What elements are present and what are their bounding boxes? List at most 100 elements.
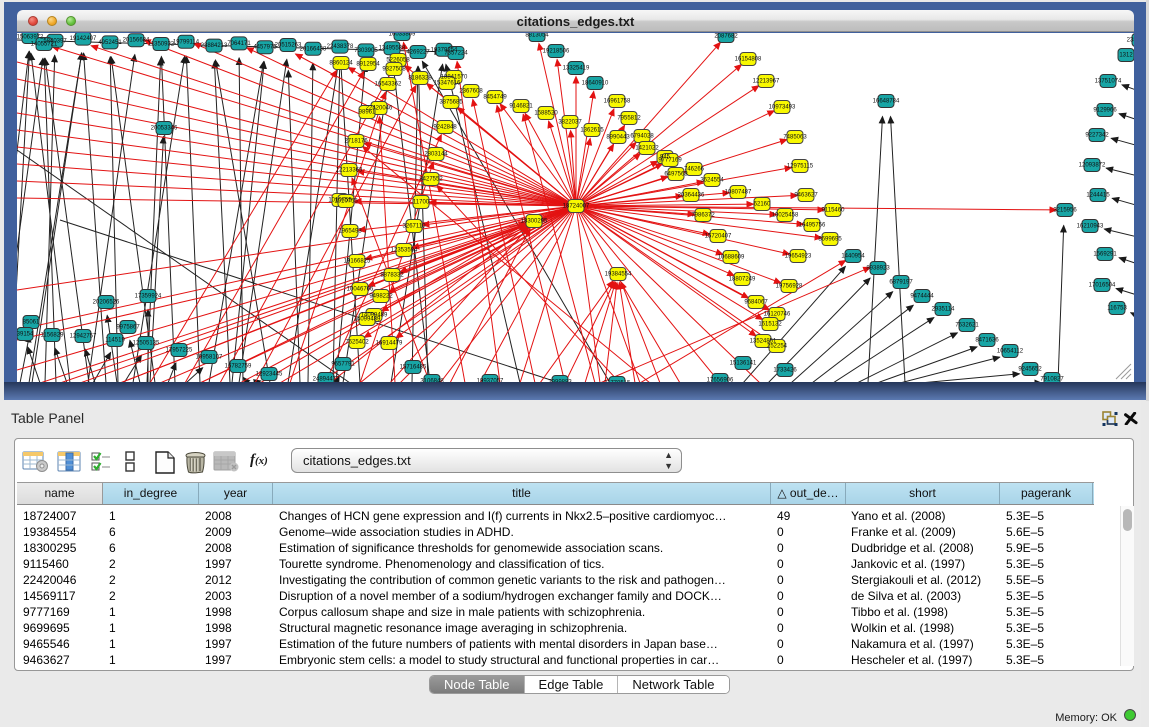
svg-text:1733426: 1733426 [773, 368, 797, 374]
svg-text:6879197: 6879197 [889, 280, 913, 286]
svg-text:10973493: 10973493 [769, 105, 796, 111]
svg-text:23830434: 23830434 [1127, 38, 1134, 44]
svg-text:9684067: 9684067 [744, 300, 768, 306]
svg-text:6794028: 6794028 [630, 134, 654, 140]
svg-text:19218506: 19218506 [543, 49, 570, 55]
svg-text:13751074: 13751074 [1095, 79, 1122, 85]
svg-text:20053346: 20053346 [151, 126, 178, 132]
svg-text:6497568: 6497568 [664, 172, 688, 178]
svg-text:3215956: 3215956 [1053, 208, 1077, 214]
svg-text:14099489: 14099489 [354, 317, 381, 323]
svg-text:9242848: 9242848 [433, 125, 457, 131]
svg-text:16210943: 16210943 [1077, 224, 1104, 230]
svg-text:9227342: 9227342 [1085, 133, 1109, 139]
svg-text:15716485: 15716485 [400, 365, 427, 371]
svg-text:11350932: 11350932 [148, 42, 175, 48]
svg-text:9115460: 9115460 [822, 208, 846, 214]
svg-text:14055721: 14055721 [31, 42, 58, 48]
svg-text:98961: 98961 [359, 110, 376, 116]
svg-text:116753: 116753 [1107, 306, 1127, 312]
svg-text:19654923: 19654923 [785, 254, 812, 260]
svg-text:19756928: 19756928 [776, 284, 803, 290]
svg-text:16120746: 16120746 [764, 312, 791, 318]
svg-text:19142407: 19142407 [70, 36, 97, 42]
svg-text:20166438: 20166438 [300, 46, 327, 52]
svg-text:10807487: 10807487 [725, 190, 752, 196]
svg-text:19166825: 19166825 [344, 259, 371, 265]
svg-text:8471636: 8471636 [975, 338, 999, 344]
svg-text:7064171: 7064171 [227, 41, 251, 47]
svg-text:18724007: 18724007 [563, 204, 590, 210]
svg-text:16543362: 16543362 [375, 82, 402, 88]
svg-text:9657791: 9657791 [331, 362, 355, 368]
svg-text:18807249: 18807249 [729, 277, 756, 283]
svg-text:1965493: 1965493 [338, 229, 362, 235]
svg-text:3624554: 3624554 [700, 178, 724, 184]
svg-text:4952451: 4952451 [98, 40, 122, 46]
svg-text:8813054: 8813054 [525, 33, 549, 39]
svg-text:8878332: 8878332 [380, 273, 404, 279]
svg-text:1010755: 1010755 [334, 199, 358, 205]
svg-text:1615132: 1615132 [758, 322, 782, 328]
svg-text:4269227: 4269227 [406, 50, 430, 56]
svg-text:8860124: 8860124 [329, 61, 353, 67]
svg-text:13325419: 13325419 [563, 66, 590, 72]
svg-text:15063972: 15063972 [17, 35, 44, 41]
svg-text:10654112: 10654112 [997, 349, 1024, 355]
svg-text:11700: 11700 [413, 200, 430, 206]
svg-text:12923445: 12923445 [256, 372, 283, 378]
svg-text:20156684: 20156684 [123, 38, 150, 44]
svg-text:1362615: 1362615 [580, 128, 604, 134]
svg-text:2803144: 2803144 [424, 152, 448, 158]
svg-text:10958107: 10958107 [196, 355, 223, 361]
svg-text:18300295: 18300295 [521, 219, 548, 225]
svg-text:10046766: 10046766 [347, 287, 374, 293]
svg-text:10025458: 10025458 [772, 213, 799, 219]
svg-text:1569291: 1569291 [1093, 252, 1117, 258]
svg-text:62160: 62160 [754, 202, 771, 208]
svg-text:8699695: 8699695 [818, 237, 842, 243]
svg-text:19384554: 19384554 [605, 272, 632, 278]
svg-text:5226058: 5226058 [386, 58, 410, 64]
svg-text:8938923: 8938923 [866, 266, 890, 272]
svg-text:8454749: 8454749 [483, 95, 507, 101]
svg-text:9245652: 9245652 [1018, 367, 1042, 373]
svg-text:7955812: 7955812 [617, 116, 641, 122]
svg-text:22438378: 22438378 [327, 44, 354, 50]
svg-text:12093872: 12093872 [1079, 163, 1106, 169]
svg-text:9463627: 9463627 [794, 193, 818, 199]
svg-text:15347616: 15347616 [434, 81, 461, 87]
svg-text:7986372: 7986372 [691, 213, 715, 219]
svg-text:10688609: 10688609 [718, 255, 745, 261]
svg-text:19799114: 19799114 [173, 39, 200, 45]
svg-text:16154808: 16154808 [735, 57, 762, 63]
svg-text:7625402: 7625402 [345, 340, 369, 346]
svg-text:16782759: 16782759 [225, 364, 252, 370]
svg-text:3267110: 3267110 [403, 224, 427, 230]
svg-text:2367608: 2367608 [459, 89, 483, 95]
svg-text:18640910: 18640910 [582, 81, 609, 87]
svg-text:8912954: 8912954 [356, 62, 380, 68]
svg-text:15720407: 15720407 [705, 234, 732, 240]
svg-text:2087682: 2087682 [714, 34, 738, 40]
svg-text:9327508: 9327508 [382, 67, 406, 73]
svg-text:39154: 39154 [17, 332, 34, 338]
svg-text:2935114: 2935114 [932, 307, 956, 313]
svg-text:20206526: 20206526 [93, 300, 120, 306]
svg-text:9777169: 9777169 [658, 158, 682, 164]
svg-text:9474444: 9474444 [910, 294, 934, 300]
svg-text:12505135: 12505135 [133, 341, 160, 347]
svg-text:16914479: 16914479 [376, 341, 403, 347]
svg-text:16495756: 16495756 [799, 223, 826, 229]
svg-text:2718176: 2718176 [344, 139, 368, 145]
svg-text:16033809: 16033809 [389, 33, 416, 38]
svg-text:12975115: 12975115 [787, 164, 814, 170]
svg-text:12213967: 12213967 [753, 79, 780, 85]
svg-text:1312: 1312 [1119, 53, 1133, 59]
svg-text:1156829: 1156829 [41, 333, 65, 339]
svg-text:17359924: 17359924 [135, 294, 162, 300]
svg-text:3822037: 3822037 [558, 120, 582, 126]
svg-text:13495588: 13495588 [379, 46, 406, 52]
svg-text:8427552: 8427552 [419, 177, 443, 183]
svg-text:23884213: 23884213 [201, 43, 228, 49]
